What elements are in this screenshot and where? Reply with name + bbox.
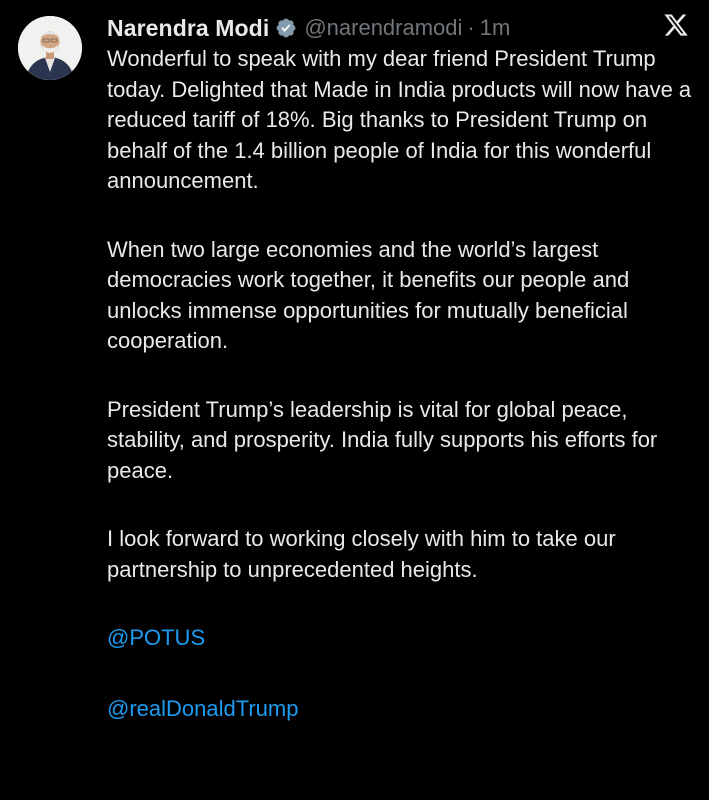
author-handle[interactable]: @narendramodi [304,15,462,41]
tweet-paragraph: When two large economies and the world’s… [107,236,630,354]
tweet-paragraph: President Trump’s leadership is vital fo… [107,396,658,483]
mention-link-potus[interactable]: @POTUS [107,623,702,654]
author-name[interactable]: Narendra Modi [107,15,269,42]
avatar[interactable] [18,16,82,80]
tweet-timestamp[interactable]: 1m [480,15,511,41]
tweet-paragraph: I look forward to working closely with h… [107,526,616,582]
x-logo-icon [663,12,689,38]
tweet-header: Narendra Modi @narendramodi · 1m [107,10,689,46]
tweet-text: Wonderful to speak with my dear friend P… [107,44,702,764]
mention-link-realdonaldtrump[interactable]: @realDonaldTrump [107,694,702,725]
tweet-paragraph: Wonderful to speak with my dear friend P… [107,46,692,193]
header-separator: · [467,15,475,40]
verified-badge-icon [275,17,297,39]
